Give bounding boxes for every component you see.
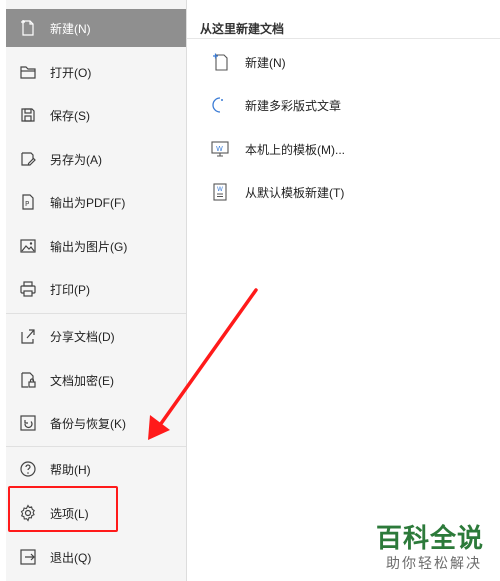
watermark-title: 百科全说 <box>376 524 485 554</box>
annotation-highlight-box <box>8 486 118 532</box>
watermark-logo: 百科全说 助你轻松解决 <box>376 518 492 578</box>
watermark-subtitle: 助你轻松解决 <box>386 556 482 572</box>
